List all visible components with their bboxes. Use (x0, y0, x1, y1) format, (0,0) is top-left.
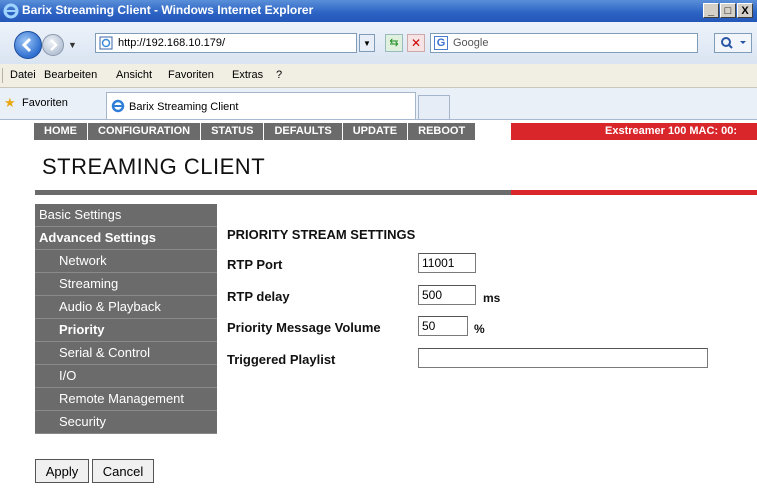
window-title: Barix Streaming Client - Windows Interne… (22, 3, 314, 17)
sidebar-item-security[interactable]: Security (35, 411, 217, 434)
forward-button[interactable] (42, 34, 64, 56)
nav-home[interactable]: HOME (34, 123, 88, 140)
sidebar-item-advanced-settings[interactable]: Advanced Settings (35, 227, 217, 250)
menu-datei[interactable]: Datei (10, 69, 36, 81)
menu-help[interactable]: ? (276, 69, 282, 81)
cancel-button[interactable]: Cancel (92, 459, 154, 483)
history-dropdown-icon[interactable]: ▼ (68, 40, 77, 50)
toolbar-grip (2, 68, 5, 83)
rtp-delay-unit: ms (483, 291, 501, 305)
page-icon (99, 36, 113, 50)
top-navigation: HOME CONFIGURATION STATUS DEFAULTS UPDAT… (34, 123, 477, 140)
sidebar-item-serial-control[interactable]: Serial & Control (35, 342, 217, 365)
page-title: STREAMING CLIENT (42, 154, 266, 179)
back-arrow-icon (21, 37, 32, 53)
ie-page-icon (111, 99, 125, 113)
minimize-button[interactable]: _ (703, 3, 719, 18)
tab-label: Barix Streaming Client (129, 101, 239, 113)
triggered-playlist-label: Triggered Playlist (227, 352, 336, 367)
sidebar-item-priority[interactable]: Priority (35, 319, 217, 342)
title-divider-accent (511, 190, 757, 195)
refresh-icon[interactable]: ⇆ (385, 34, 403, 52)
rtp-delay-input[interactable] (418, 285, 476, 305)
tab-barix-streaming-client[interactable]: Barix Streaming Client (106, 92, 416, 119)
nav-status[interactable]: STATUS (201, 123, 265, 140)
google-icon: G (434, 36, 448, 50)
page-content: HOME CONFIGURATION STATUS DEFAULTS UPDAT… (0, 120, 757, 488)
search-input[interactable]: G Google (430, 33, 698, 53)
nav-reboot[interactable]: REBOOT (408, 123, 477, 140)
favorites-star-icon[interactable]: ★ (4, 95, 16, 111)
nav-configuration[interactable]: CONFIGURATION (88, 123, 202, 140)
nav-update[interactable]: UPDATE (342, 123, 409, 140)
priority-volume-label: Priority Message Volume (227, 320, 381, 335)
search-icon (721, 37, 746, 49)
rtp-delay-label: RTP delay (227, 289, 290, 304)
sidebar-item-network[interactable]: Network (35, 250, 217, 273)
priority-volume-input[interactable] (418, 316, 468, 336)
favorites-bar: ★ Favoriten Barix Streaming Client (0, 88, 757, 120)
device-info: Exstreamer 100 MAC: 00: (605, 125, 738, 137)
apply-button[interactable]: Apply (35, 459, 89, 483)
sidebar-item-audio-playback[interactable]: Audio & Playback (35, 296, 217, 319)
sidebar-item-basic-settings[interactable]: Basic Settings (35, 204, 217, 227)
priority-volume-unit: % (474, 322, 485, 336)
menu-favoriten[interactable]: Favoriten (168, 69, 214, 81)
nav-defaults[interactable]: DEFAULTS (264, 123, 343, 140)
window-title-bar: Barix Streaming Client - Windows Interne… (0, 0, 757, 22)
rtp-port-label: RTP Port (227, 257, 283, 272)
section-heading: PRIORITY STREAM SETTINGS (227, 227, 416, 242)
url-text: http://192.168.10.179/ (118, 37, 226, 49)
maximize-button[interactable]: □ (720, 3, 736, 18)
device-info-bar: Exstreamer 100 MAC: 00: (511, 123, 757, 140)
stop-icon[interactable]: ✕ (407, 34, 425, 52)
menu-ansicht[interactable]: Ansicht (116, 69, 152, 81)
new-tab-button[interactable] (418, 95, 450, 119)
sidebar: Basic Settings Advanced Settings Network… (35, 204, 217, 434)
address-bar[interactable]: http://192.168.10.179/ (95, 33, 357, 53)
rtp-port-input[interactable] (418, 253, 476, 273)
menu-bar: Datei Bearbeiten Ansicht Favoriten Extra… (0, 64, 757, 88)
close-button[interactable]: X (737, 3, 753, 18)
sidebar-item-streaming[interactable]: Streaming (35, 273, 217, 296)
sidebar-item-remote-management[interactable]: Remote Management (35, 388, 217, 411)
forward-arrow-icon (50, 39, 58, 51)
back-button[interactable] (14, 31, 42, 59)
title-divider (35, 190, 511, 195)
triggered-playlist-input[interactable] (418, 348, 708, 368)
search-placeholder: Google (453, 37, 489, 49)
search-button[interactable] (714, 33, 752, 53)
address-dropdown-icon[interactable]: ▼ (359, 34, 375, 52)
menu-bearbeiten[interactable]: Bearbeiten (44, 69, 97, 81)
menu-extras[interactable]: Extras (232, 69, 263, 81)
favorites-button[interactable]: Favoriten (22, 97, 68, 109)
sidebar-item-io[interactable]: I/O (35, 365, 217, 388)
ie-logo-icon (3, 3, 19, 19)
